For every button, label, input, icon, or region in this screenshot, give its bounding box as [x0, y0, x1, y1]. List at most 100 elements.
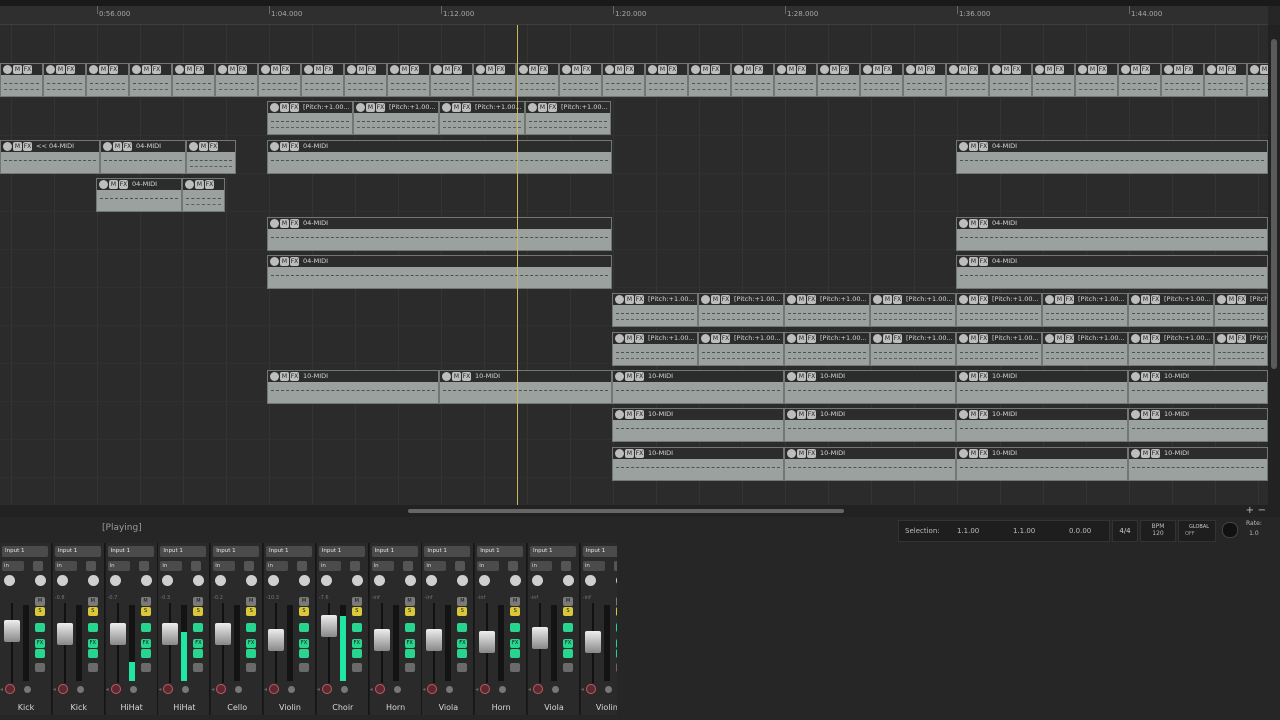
width-knob[interactable] — [35, 575, 46, 586]
vertical-scrollbar[interactable] — [1268, 25, 1280, 505]
item-lock-icon[interactable] — [1131, 334, 1140, 343]
item-fx-button[interactable]: FX — [1012, 65, 1021, 74]
midi-item[interactable]: M FX 10-MIDI — [956, 370, 1128, 404]
rate-display[interactable]: Rate: 1.0 — [1246, 520, 1262, 537]
item-fx-button[interactable]: FX — [625, 65, 634, 74]
item-mute-button[interactable]: M — [830, 65, 839, 74]
item-lock-icon[interactable] — [270, 219, 279, 228]
fx-bypass-icon[interactable] — [510, 649, 521, 658]
item-fx-button[interactable]: FX — [979, 372, 988, 381]
width-knob[interactable] — [299, 575, 310, 586]
item-lock-icon[interactable] — [103, 142, 112, 151]
midi-item[interactable]: MFX [Pitch:+1.00... — [1128, 332, 1214, 366]
mute-button[interactable]: M — [510, 597, 521, 606]
item-mute-button[interactable]: M — [1141, 295, 1150, 304]
track-name[interactable]: Kick — [0, 703, 52, 712]
speaker-icon[interactable]: ◂ — [0, 686, 3, 693]
bpm-display[interactable]: BPM 120 — [1140, 520, 1176, 542]
route-icon[interactable] — [193, 663, 204, 672]
midi-item[interactable]: MFX [Pitch:+1.00... — [353, 101, 439, 135]
fx-button[interactable]: FX — [299, 639, 309, 648]
automation-icon[interactable] — [299, 623, 309, 632]
fx-chain-icon[interactable] — [508, 561, 519, 571]
midi-item[interactable]: MFX [Pitch:+1.00... — [784, 332, 870, 366]
midi-item[interactable]: MFX — [903, 63, 946, 97]
midi-item[interactable]: MFX [Pitch:+1.00... — [439, 101, 525, 135]
midi-item[interactable]: M FX 10-MIDI — [1128, 370, 1268, 404]
midi-item[interactable]: MFX — [602, 63, 645, 97]
item-lock-icon[interactable] — [959, 142, 968, 151]
selection-start[interactable]: 1.1.00 — [957, 527, 979, 535]
midi-item[interactable]: MFX — [1032, 63, 1075, 97]
item-mute-button[interactable]: M — [185, 65, 194, 74]
phase-icon[interactable] — [24, 686, 31, 693]
pan-knob[interactable] — [532, 575, 543, 586]
midi-item[interactable]: MFX [Pitch:+1.00... — [525, 101, 611, 135]
fx-chain-icon[interactable] — [561, 561, 571, 571]
item-mute-button[interactable]: M — [113, 142, 122, 151]
item-fx-button[interactable]: FX — [883, 65, 892, 74]
fx-bypass-icon[interactable] — [299, 649, 309, 658]
item-fx-button[interactable]: FX — [1151, 449, 1160, 458]
item-fx-button[interactable]: FX — [797, 65, 806, 74]
item-mute-button[interactable]: M — [711, 334, 720, 343]
item-mute-button[interactable]: M — [195, 180, 204, 189]
item-fx-button[interactable]: FX — [1151, 295, 1160, 304]
item-fx-button[interactable]: FX — [711, 65, 720, 74]
item-mute-button[interactable]: M — [13, 142, 22, 151]
speaker-icon[interactable]: ◂ — [528, 686, 531, 693]
fx-button[interactable]: FX — [351, 639, 362, 648]
fx-bypass-icon[interactable] — [87, 649, 98, 658]
pan-knob[interactable] — [268, 575, 279, 586]
automation-icon[interactable] — [193, 623, 204, 632]
item-fx-button[interactable]: FX — [376, 103, 385, 112]
item-mute-button[interactable]: M — [280, 142, 289, 151]
automation-icon[interactable] — [510, 623, 521, 632]
item-lock-icon[interactable] — [959, 334, 968, 343]
track-name[interactable]: Horn — [475, 703, 527, 712]
input-monitor-selector[interactable]: in — [477, 561, 500, 571]
item-mute-button[interactable]: M — [744, 65, 753, 74]
route-icon[interactable] — [510, 663, 521, 672]
midi-item[interactable]: MFX — [182, 178, 225, 212]
midi-item[interactable]: M FX 04-MIDI — [96, 178, 182, 212]
item-lock-icon[interactable] — [1217, 295, 1226, 304]
solo-button[interactable]: S — [193, 607, 204, 616]
item-mute-button[interactable]: M — [797, 334, 806, 343]
track-name[interactable]: Cello — [211, 703, 263, 712]
item-mute-button[interactable]: M — [280, 103, 289, 112]
item-fx-button[interactable]: FX — [324, 65, 333, 74]
item-lock-icon[interactable] — [270, 142, 279, 151]
item-lock-icon[interactable] — [873, 295, 882, 304]
midi-item[interactable]: MFX [Pitch:+1.00... — [698, 332, 784, 366]
track-name[interactable]: HiHat — [106, 703, 158, 712]
item-mute-button[interactable]: M — [314, 65, 323, 74]
midi-item[interactable]: M FX 04-MIDI — [956, 217, 1268, 251]
midi-item[interactable]: MFX [Pitch:+1.00... — [1042, 332, 1128, 366]
item-mute-button[interactable]: M — [142, 65, 151, 74]
track-name[interactable]: Viola — [528, 703, 580, 712]
speaker-icon[interactable]: ◂ — [475, 686, 478, 693]
item-lock-icon[interactable] — [1250, 65, 1259, 74]
item-mute-button[interactable]: M — [797, 372, 806, 381]
solo-button[interactable]: S — [457, 607, 468, 616]
solo-button[interactable]: S — [404, 607, 415, 616]
input-monitor-selector[interactable]: in — [2, 561, 24, 571]
item-mute-button[interactable]: M — [883, 334, 892, 343]
route-icon[interactable] — [140, 663, 151, 672]
item-mute-button[interactable]: M — [56, 65, 65, 74]
midi-item[interactable]: M FX 10-MIDI — [784, 370, 956, 404]
midi-item[interactable]: MFX [Pitch:+1.00... — [1128, 293, 1214, 327]
item-lock-icon[interactable] — [356, 103, 365, 112]
item-lock-icon[interactable] — [1131, 449, 1140, 458]
midi-item[interactable]: M FX 04-MIDI — [100, 140, 186, 174]
item-fx-button[interactable]: FX — [807, 372, 816, 381]
item-mute-button[interactable]: M — [1227, 334, 1236, 343]
item-fx-button[interactable]: FX — [721, 295, 730, 304]
item-lock-icon[interactable] — [1078, 65, 1087, 74]
midi-item[interactable]: M FX 10-MIDI — [784, 447, 956, 481]
speaker-icon[interactable]: ◂ — [317, 686, 320, 693]
item-lock-icon[interactable] — [959, 219, 968, 228]
item-mute-button[interactable]: M — [1002, 65, 1011, 74]
midi-item[interactable]: M FX 10-MIDI — [267, 370, 439, 404]
